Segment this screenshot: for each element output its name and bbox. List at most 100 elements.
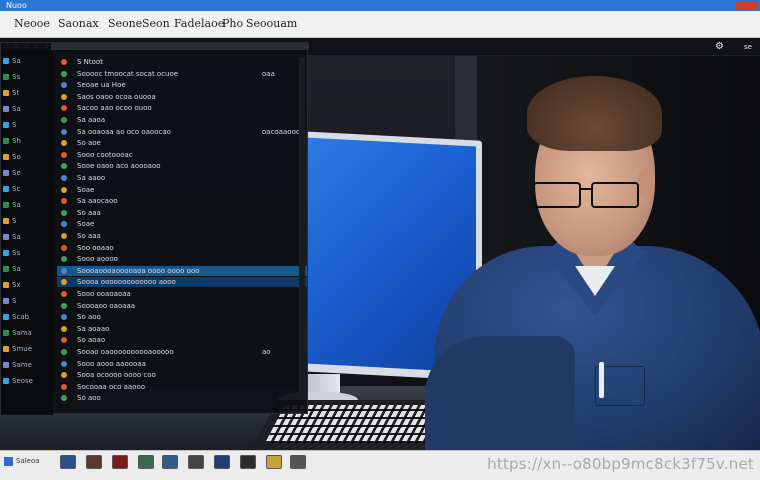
sidebar-item[interactable]: S (3, 297, 16, 305)
list-item-label: Soae (77, 220, 95, 229)
taskbar-app-icon[interactable] (188, 455, 204, 469)
sidebar-item[interactable]: Ss (3, 73, 20, 81)
list-item[interactable]: Soooa ooooooooooooo aooo (57, 277, 307, 288)
list-item[interactable]: Sooo aooo aaoooaa (57, 359, 307, 369)
list-item[interactable]: Sa aaoo (57, 173, 307, 183)
list-item-label: Soo ooaao (77, 243, 114, 252)
list-item[interactable]: Sooo cootoooac (57, 150, 307, 160)
taskbar-app-icon[interactable] (86, 455, 102, 469)
sidebar-item[interactable]: Sa (3, 105, 21, 113)
list-item[interactable]: Soooaoo oaoaaa (57, 301, 307, 311)
list-item[interactable]: Soooaoooaooooaoa oooo oooo ooo (57, 265, 307, 276)
list-item-label: So aaa (77, 208, 101, 217)
pen (599, 362, 604, 398)
list-item[interactable]: Soae (57, 185, 307, 195)
menu-item[interactable]: Seon (142, 17, 170, 30)
sidebar-item[interactable]: Sama (3, 329, 32, 337)
list-item-label: S Ntoot (77, 58, 103, 66)
status-dot-icon (61, 372, 67, 379)
list-item[interactable]: Sooa ocoooo oooo coo (57, 370, 307, 380)
list-item[interactable]: So aoo (57, 393, 307, 403)
close-button[interactable] (736, 1, 758, 10)
list-item-label: So aoo (77, 313, 101, 322)
list-item[interactable]: Sa ooaoaa ao oco oaoocao oacoaaooo (57, 127, 307, 137)
list-item[interactable]: Seoae ua Hoe (57, 80, 307, 90)
scrollbar[interactable] (299, 57, 305, 397)
sidebar-item[interactable]: Se (3, 169, 21, 177)
taskbar-app-icon[interactable] (240, 455, 256, 469)
list-item-label: Sa ooaoaa ao oco oaoocao (77, 127, 171, 136)
sidebar-item[interactable]: Sa (3, 265, 21, 273)
sidebar-item[interactable]: St (3, 89, 19, 97)
sidebar-item[interactable]: Ss (3, 249, 20, 257)
folder-icon (3, 106, 9, 112)
list-item[interactable]: Soo ooaao (57, 243, 307, 253)
list-item[interactable]: So aaa (57, 231, 307, 241)
status-dot-icon (61, 163, 67, 170)
menu-item[interactable]: Neooe (14, 17, 50, 30)
list-item[interactable]: Sa aaoa (57, 115, 307, 125)
file-list-panel: Sa Ss St Sa S Sh So Se Sc Sa S Sa Ss Sa Sx S Scab Sama Smu… (0, 42, 309, 415)
list-item[interactable]: Sacoo aao ocoo ouoo (57, 103, 307, 113)
folder-icon (3, 266, 9, 272)
list-item-label: So aoo (77, 394, 101, 403)
list-item[interactable]: S Ntoot (57, 57, 307, 67)
sidebar-item[interactable]: Sh (3, 137, 21, 145)
sidebar-item-label: Sa (12, 233, 21, 241)
status-dot-icon (61, 325, 67, 332)
list-item[interactable]: So aoao (57, 335, 307, 345)
status-dot-icon (61, 175, 67, 181)
status-dot-icon (61, 221, 67, 228)
menu-item[interactable]: Seone (108, 17, 142, 30)
list-item-label: Sooo aooo aaoooaa (77, 359, 146, 368)
taskbar-app-icon[interactable] (138, 455, 154, 469)
start-button[interactable] (4, 457, 13, 466)
list-item[interactable]: Saos oaoo ocoa ouooa (57, 92, 307, 102)
taskbar-app-icon[interactable] (162, 455, 178, 469)
menu-item[interactable]: Pho (222, 17, 243, 30)
list-item[interactable]: Sooao oaoooooooooaooooo ao (57, 347, 307, 357)
folder-icon (3, 282, 9, 288)
sidebar-item[interactable]: Smue (3, 345, 32, 353)
gear-icon[interactable]: ⚙ (715, 41, 724, 52)
sidebar-item-label: Ss (12, 249, 21, 257)
taskbar-app-icon[interactable] (60, 455, 76, 469)
status-dot-icon (61, 267, 67, 274)
sidebar-item[interactable]: Sa (3, 233, 21, 241)
list-item-label: Sooo ooaoaoaa (77, 290, 131, 298)
taskbar-app-icon[interactable] (214, 455, 230, 469)
list-item-label: Soooa ooooooooooooo aooo (77, 278, 176, 287)
list-item[interactable]: Socooaa oco aaooo (57, 382, 307, 392)
menu-item[interactable]: Seoouam (246, 17, 297, 30)
menu-item[interactable]: ax (86, 17, 99, 30)
sidebar-item[interactable]: Sx (3, 281, 21, 289)
list-item[interactable]: Sooo ooaoaoaa (57, 289, 307, 299)
sidebar-item[interactable]: So (3, 153, 21, 161)
sidebar-item-label: Sx (12, 281, 21, 289)
sidebar-item[interactable]: Sc (3, 185, 20, 193)
list-item[interactable]: So aoe (57, 138, 307, 148)
sidebar-item[interactable]: S (3, 217, 16, 225)
menu-item[interactable]: Fadelaoe (174, 17, 224, 30)
sidebar-item-label: Sama (12, 329, 32, 337)
sidebar-item[interactable]: Same (3, 361, 32, 369)
sidebar-item[interactable]: S (3, 121, 16, 129)
taskbar-app-icon[interactable] (290, 455, 306, 469)
list-item[interactable]: So aaa (57, 208, 307, 218)
sidebar-item[interactable]: Sa (3, 201, 21, 209)
list-item[interactable]: Sooo aoooo (57, 254, 307, 264)
sidebar-item[interactable]: Seose (3, 377, 33, 385)
list-item[interactable]: Sooooc tmoocat socat ocuoe oaa (57, 69, 307, 79)
taskbar-app-icon[interactable] (112, 455, 128, 469)
list-item[interactable]: Sa aaocaoo (57, 196, 307, 206)
list-item[interactable]: Soae (57, 219, 307, 229)
sidebar-item[interactable]: Scab (3, 313, 29, 321)
list-item[interactable]: Sa aoaao (57, 324, 307, 334)
list-item-label: Sa aaoa (77, 116, 106, 124)
sidebar-item[interactable]: Sa (3, 57, 21, 65)
taskbar-app-icon[interactable] (266, 455, 282, 469)
menu-item[interactable]: Saon (58, 17, 86, 30)
list-item[interactable]: So aoo (57, 312, 307, 322)
sidebar-item-label: Same (12, 361, 32, 369)
list-item[interactable]: Sooe oaoo aco aoooaoo (57, 161, 307, 171)
